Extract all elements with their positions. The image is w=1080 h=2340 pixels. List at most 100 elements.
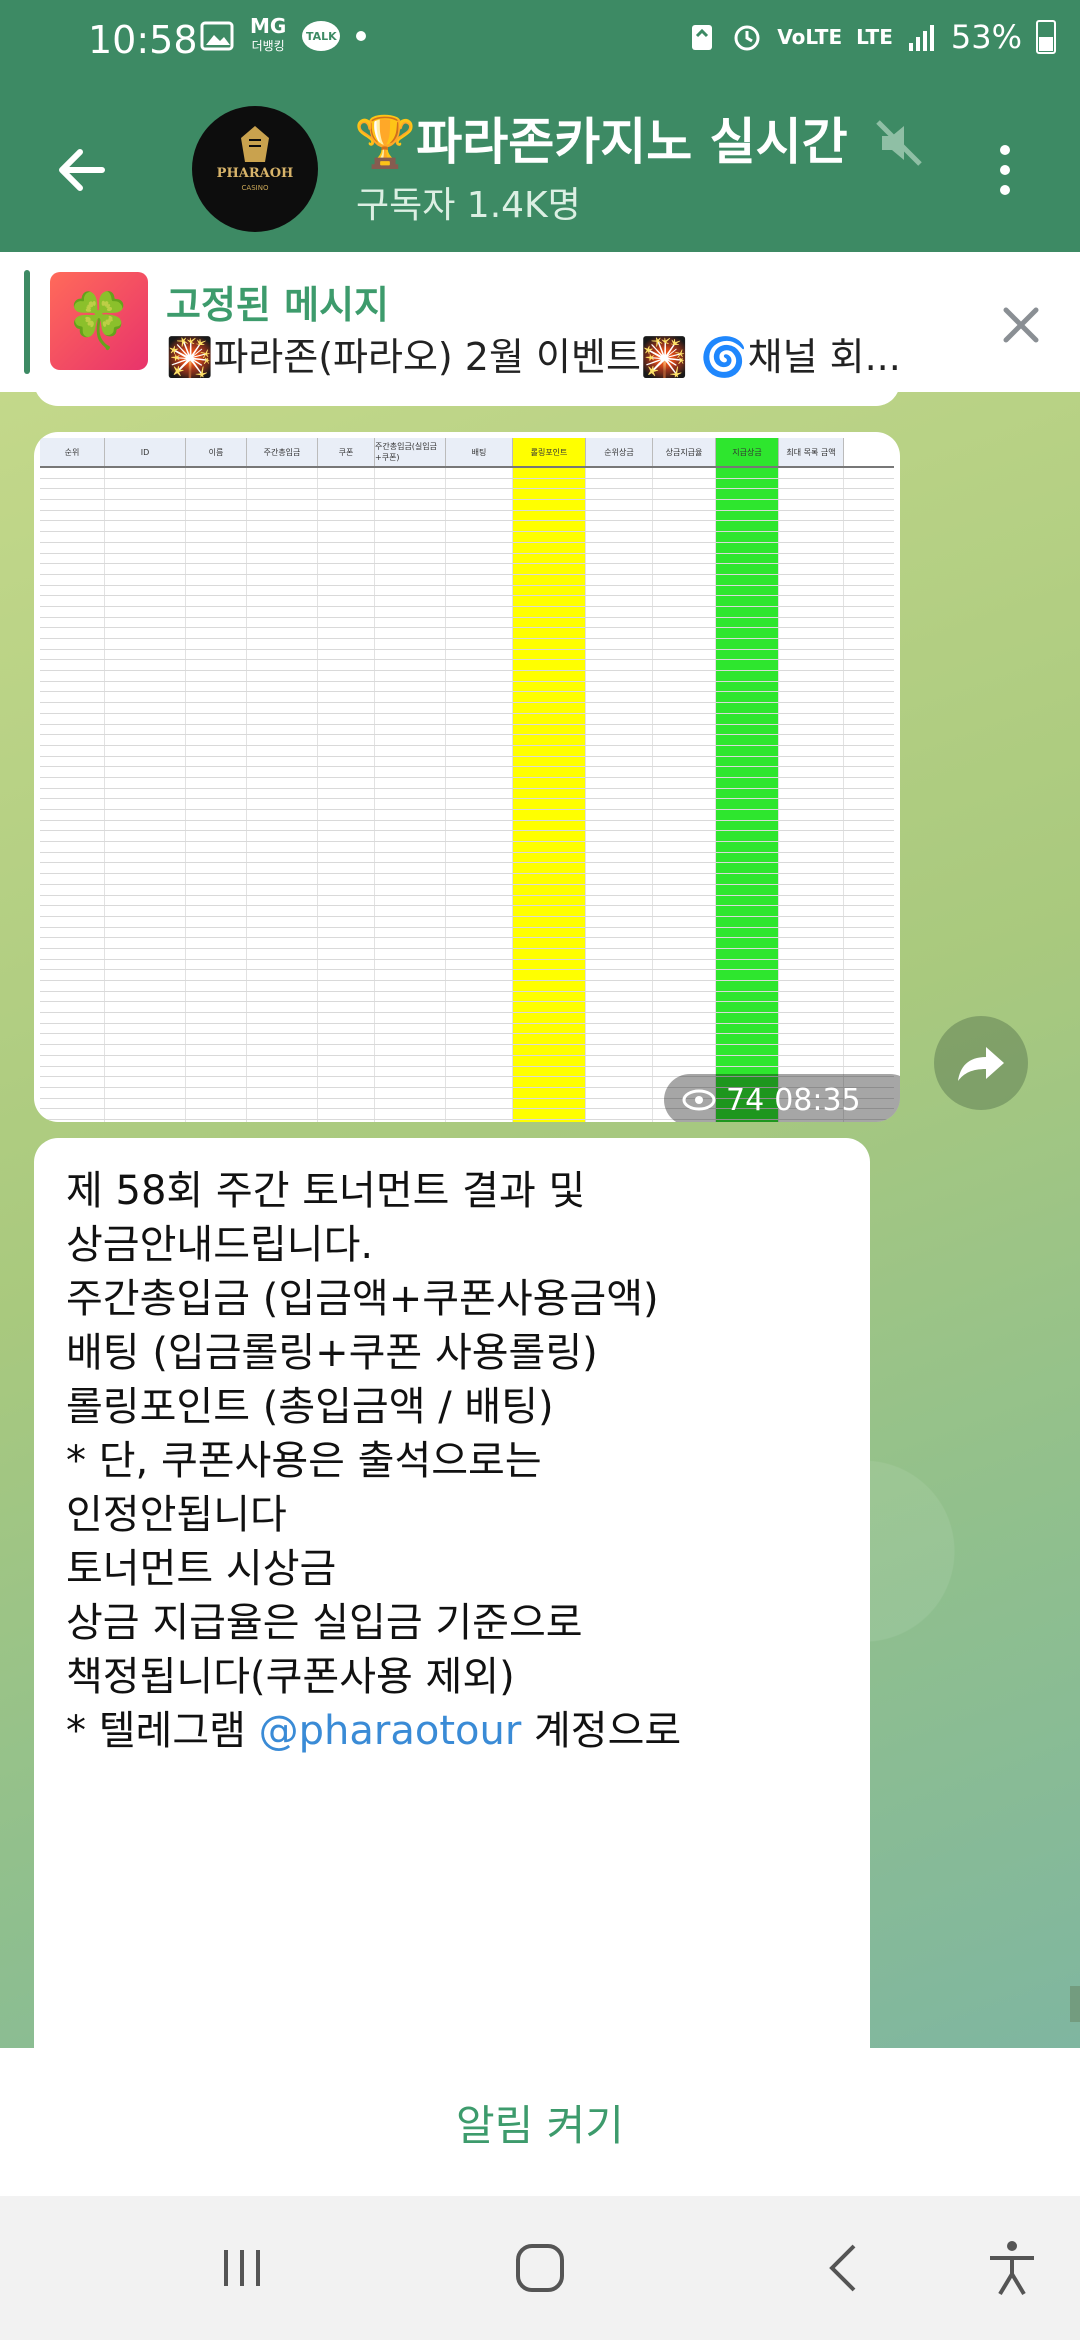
sheet-header-cell: 쿠폰 xyxy=(318,438,375,466)
sheet-row xyxy=(40,585,894,597)
sheet-header-cell: 순위 xyxy=(40,438,105,466)
battery-icon xyxy=(1036,20,1056,54)
sheet-row xyxy=(40,916,894,928)
sheet-row xyxy=(40,692,894,704)
previous-photo-message[interactable] xyxy=(34,392,900,406)
photo-message-meta: 74 08:35 xyxy=(664,1074,900,1122)
alarm-icon xyxy=(734,25,760,51)
forward-button[interactable] xyxy=(934,1016,1028,1110)
sheet-row xyxy=(40,745,894,757)
lte-icon: LTE xyxy=(856,25,893,49)
sheet-row xyxy=(40,649,894,661)
chat-header: PHARAOH CASINO 🏆파라존카지노 실시간 구독자 1.4K명 xyxy=(0,84,1080,252)
sheet-row xyxy=(40,906,894,917)
message-line: 제 58회 주간 토너먼트 결과 및 xyxy=(66,1168,586,1214)
sheet-row xyxy=(40,1045,894,1056)
pinned-thumbnail: 🍀 xyxy=(50,272,148,370)
message-text: 제 58회 주간 토너먼트 결과 및 상금안내드립니다. 주간총입금 (입금액+… xyxy=(66,1164,846,1758)
sheet-row xyxy=(40,660,894,672)
sheet-row xyxy=(40,938,894,949)
message-line: 주간총입금 (입금액+쿠폰사용금액) xyxy=(66,1276,659,1322)
notify-toggle-bar[interactable]: 알림 켜기 xyxy=(0,2048,1080,2196)
sheet-row xyxy=(40,478,894,490)
message-line: 배팅 (입금롤링+쿠폰 사용롤링) xyxy=(66,1330,598,1376)
turn-on-notifications-button[interactable]: 알림 켜기 xyxy=(456,2092,624,2153)
sheet-row xyxy=(40,820,894,832)
sheet-row xyxy=(40,1034,894,1046)
sheet-row xyxy=(40,1055,894,1067)
scrollbar-thumb[interactable] xyxy=(1070,1986,1080,2022)
recent-apps-icon[interactable] xyxy=(210,2236,274,2300)
sheet-row xyxy=(40,713,894,725)
message-line: 토너먼트 시상금 xyxy=(66,1546,337,1592)
sheet-row xyxy=(40,981,894,992)
back-arrow-icon[interactable] xyxy=(52,140,112,200)
sheet-row xyxy=(40,799,894,810)
sheet-header-cell: ID xyxy=(105,438,186,466)
forward-arrow-icon xyxy=(958,1047,1004,1081)
system-navigation-bar xyxy=(0,2196,1080,2340)
message-time: 08:35 xyxy=(774,1082,861,1118)
sheet-row xyxy=(40,895,894,907)
sheet-row xyxy=(40,671,894,682)
status-notification-icons: MG 더뱅킹 TALK xyxy=(200,16,367,56)
channel-avatar[interactable]: PHARAOH CASINO xyxy=(192,106,318,232)
sheet-header-cell: 순위상금 xyxy=(586,438,653,466)
message-line: * 단, 쿠폰사용은 출석으로는 xyxy=(66,1438,542,1484)
message-line: 책정됩니다(쿠폰사용 제외) xyxy=(66,1654,515,1700)
sheet-header-cell: 주간총입금 xyxy=(247,438,318,466)
sheet-row xyxy=(40,991,894,1003)
pinned-label: 고정된 메시지 xyxy=(166,283,389,327)
sheet-row xyxy=(40,521,894,533)
sheet-row xyxy=(40,564,894,575)
sheet-row xyxy=(40,884,894,896)
pinned-indicator xyxy=(24,270,30,374)
sheet-row xyxy=(40,788,894,800)
sheet-row xyxy=(40,810,894,821)
sheet-header-cell: 상금지급율 xyxy=(653,438,716,466)
photo-message[interactable]: 순위 ID 이름 주간총입금 쿠폰 주간총입금(실입금+쿠폰) 배팅 롤링포인트 순위상금 상금지… xyxy=(34,432,900,1122)
sheet-row xyxy=(40,874,894,885)
sheet-row xyxy=(40,1002,894,1014)
sheet-row xyxy=(40,542,894,554)
back-icon[interactable] xyxy=(812,2236,876,2300)
sheet-row xyxy=(40,735,894,746)
text-message[interactable]: 제 58회 주간 토너먼트 결과 및 상금안내드립니다. 주간총입금 (입금액+… xyxy=(34,1138,870,2048)
sheet-header-row: 순위 ID 이름 주간총입금 쿠폰 주간총입금(실입금+쿠폰) 배팅 롤링포인트 순위상금 상금지… xyxy=(40,438,894,468)
message-line: 상금안내드립니다. xyxy=(66,1222,374,1268)
accessibility-icon[interactable] xyxy=(980,2236,1044,2300)
sheet-row xyxy=(40,681,894,693)
sheet-row xyxy=(40,468,894,479)
sheet-row xyxy=(40,852,894,864)
close-icon[interactable] xyxy=(998,302,1044,348)
signal-icon xyxy=(908,25,934,51)
volte-icon: VoLTE xyxy=(777,25,843,49)
sheet-row xyxy=(40,767,894,778)
channel-title[interactable]: 🏆파라존카지노 실시간 xyxy=(354,102,914,174)
sheet-row xyxy=(40,831,894,843)
sheet-row xyxy=(40,553,894,565)
sheet-row xyxy=(40,489,894,501)
sheet-row xyxy=(40,639,894,650)
sheet-row xyxy=(40,927,894,939)
username-mention-link[interactable]: @pharaotour xyxy=(259,1708,522,1754)
chat-messages-area[interactable]: 순위 ID 이름 주간총입금 쿠폰 주간총입금(실입금+쿠폰) 배팅 롤링포인트 순위상금 상금지… xyxy=(0,392,1080,2048)
sheet-row xyxy=(40,970,894,981)
sheet-header-cell: 주간총입금(실입금+쿠폰) xyxy=(375,438,446,466)
sheet-row xyxy=(40,596,894,607)
message-line: 인정안됩니다 xyxy=(66,1492,287,1538)
clover-hand-icon: 🍀 xyxy=(65,289,133,352)
mg-banking-icon: MG 더뱅킹 xyxy=(250,16,286,56)
kakaotalk-icon: TALK xyxy=(302,21,341,51)
home-icon[interactable] xyxy=(508,2236,572,2300)
message-line: 상금 지급율은 실입금 기준으로 xyxy=(66,1600,583,1646)
sheet-header-cell: 롤링포인트 xyxy=(513,438,586,466)
status-time: 10:58 xyxy=(88,18,198,62)
status-system-icons: VoLTE LTE 53% xyxy=(687,18,1056,56)
gallery-icon xyxy=(200,21,234,51)
more-options-icon[interactable] xyxy=(990,140,1020,200)
sheet-row xyxy=(40,842,894,853)
mg-label: MG xyxy=(250,14,287,38)
pinned-message-bar[interactable]: 🍀 고정된 메시지 🎇파라존(파라오) 2월 이벤트🎇 🌀채널 회... xyxy=(0,252,1080,392)
sheet-row xyxy=(40,948,894,960)
